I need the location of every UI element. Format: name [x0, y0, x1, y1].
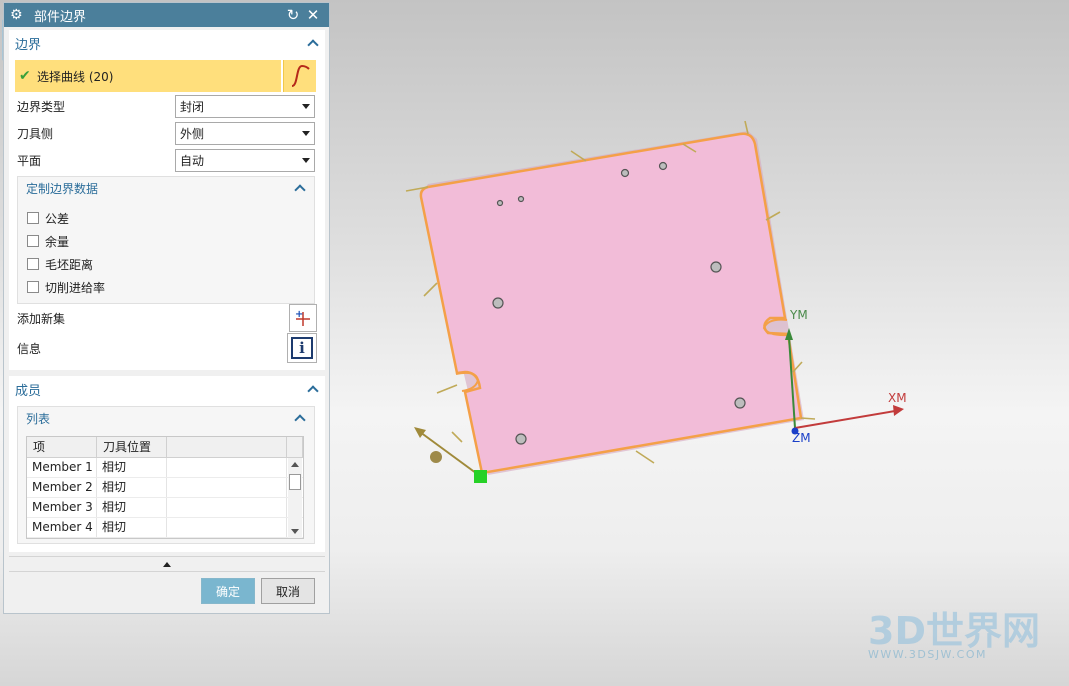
xm-axis-label: XM — [888, 391, 907, 405]
add-new-set-button[interactable]: + — [289, 304, 317, 332]
member-position-cell: 相切 — [97, 498, 167, 517]
dialog-titlebar: ⚙ 部件边界 ↻ ✕ — [4, 3, 329, 27]
member-empty-cell — [167, 478, 287, 497]
member-empty-cell — [167, 458, 287, 477]
part-boundary-dialog: ⚙ 部件边界 ↻ ✕ 边界 ✔ 选择曲线 (20) 边界类型 封闭 刀具侧 外侧 — [3, 2, 330, 614]
blank-distance-option[interactable]: 毛坯距离 — [27, 255, 93, 273]
stock-option[interactable]: 余量 — [27, 232, 69, 250]
chevron-up-icon[interactable] — [307, 384, 319, 394]
chevron-up-icon[interactable] — [294, 413, 306, 423]
cut-feedrate-checkbox[interactable] — [27, 281, 39, 293]
list-header[interactable]: 列表 — [18, 407, 314, 429]
boundary-group-title: 边界 — [15, 37, 42, 53]
stock-label: 余量 — [45, 234, 70, 249]
boundary-type-value: 封闭 — [180, 99, 205, 114]
scroll-down-icon[interactable] — [291, 529, 299, 534]
tolerance-option[interactable]: 公差 — [27, 209, 69, 227]
member-item-cell: Member 3 — [27, 498, 97, 517]
dropdown-arrow-icon — [302, 103, 310, 109]
tolerance-label: 公差 — [45, 211, 70, 226]
curve-icon — [291, 64, 310, 87]
ym-axis-label: YM — [790, 308, 808, 322]
add-set-icon: + — [295, 309, 310, 326]
boundary-type-dropdown[interactable]: 封闭 — [175, 94, 315, 118]
custom-boundary-data-header[interactable]: 定制边界数据 — [18, 177, 314, 199]
watermark-url: WWW.3DSJW.COM — [868, 648, 987, 661]
scroll-thumb[interactable] — [289, 474, 301, 490]
tool-side-value: 外侧 — [180, 126, 205, 141]
plane-value: 自动 — [180, 153, 205, 168]
reset-icon[interactable]: ↻ — [283, 6, 303, 24]
expand-arrow-icon[interactable] — [163, 562, 171, 567]
member-position-cell: 相切 — [97, 518, 167, 537]
members-group-header[interactable]: 成员 — [9, 376, 325, 402]
checkmark-icon: ✔ — [19, 68, 31, 84]
info-label: 信息 — [17, 341, 42, 356]
more-options-bar[interactable] — [9, 556, 325, 572]
members-table: 项 刀具位置 Member 1 相切 Member 2 相切 Member 3 … — [26, 436, 304, 539]
list-title: 列表 — [26, 411, 51, 426]
add-new-set-row: 添加新集 + — [17, 303, 317, 333]
chevron-up-icon[interactable] — [307, 38, 319, 48]
scroll-up-icon[interactable] — [291, 462, 299, 467]
close-icon[interactable]: ✕ — [303, 6, 323, 24]
cancel-button[interactable]: 取消 — [261, 578, 315, 604]
select-curve-label: 选择曲线 (20) — [37, 69, 114, 84]
boundary-group-header[interactable]: 边界 — [9, 30, 325, 56]
add-new-set-label: 添加新集 — [17, 311, 66, 326]
cut-feedrate-option[interactable]: 切削进给率 — [27, 278, 105, 296]
blank-distance-label: 毛坯距离 — [45, 257, 94, 272]
table-scrollbar[interactable] — [288, 458, 302, 538]
blank-distance-checkbox[interactable] — [27, 258, 39, 270]
watermark-brand: 3D世界网 — [868, 609, 1040, 653]
tool-side-dropdown[interactable]: 外侧 — [175, 121, 315, 145]
svg-text:+: + — [295, 309, 303, 320]
boundary-type-label: 边界类型 — [17, 99, 66, 114]
info-button[interactable]: i — [287, 333, 317, 363]
column-header-item[interactable]: 项 — [27, 437, 97, 457]
tool-side-label: 刀具侧 — [17, 126, 54, 141]
table-header: 项 刀具位置 — [27, 437, 303, 458]
zm-axis-label: ZM — [792, 431, 811, 445]
cut-feedrate-label: 切削进给率 — [45, 280, 106, 295]
curve-select-button[interactable] — [283, 60, 316, 92]
dialog-title: 部件边界 — [34, 9, 87, 25]
custom-boundary-data-title: 定制边界数据 — [26, 181, 99, 196]
members-group-title: 成员 — [15, 383, 42, 399]
ok-button[interactable]: 确定 — [201, 578, 255, 604]
info-row: 信息 i — [17, 333, 317, 363]
table-row[interactable]: Member 1 相切 — [27, 458, 303, 478]
plane-row: 平面 自动 — [17, 148, 315, 172]
column-header-tool-position[interactable]: 刀具位置 — [97, 437, 167, 457]
stock-checkbox[interactable] — [27, 235, 39, 247]
member-item-cell: Member 2 — [27, 478, 97, 497]
member-position-cell: 相切 — [97, 458, 167, 477]
chevron-up-icon[interactable] — [294, 183, 306, 193]
boundary-type-row: 边界类型 封闭 — [17, 94, 315, 118]
dropdown-arrow-icon — [302, 130, 310, 136]
member-empty-cell — [167, 498, 287, 517]
column-header-filler — [287, 437, 303, 457]
member-item-cell: Member 4 — [27, 518, 97, 537]
column-header-empty — [167, 437, 287, 457]
member-empty-cell — [167, 518, 287, 537]
info-icon: i — [291, 337, 313, 359]
table-row[interactable]: Member 2 相切 — [27, 478, 303, 498]
tolerance-checkbox[interactable] — [27, 212, 39, 224]
table-row[interactable]: Member 3 相切 — [27, 498, 303, 518]
plane-dropdown[interactable]: 自动 — [175, 148, 315, 172]
gear-icon[interactable]: ⚙ — [10, 7, 28, 23]
plane-label: 平面 — [17, 153, 42, 168]
dropdown-arrow-icon — [302, 157, 310, 163]
member-item-cell: Member 1 — [27, 458, 97, 477]
tool-side-row: 刀具侧 外侧 — [17, 121, 315, 145]
custom-boundary-data-group: 定制边界数据 公差 余量 毛坯距离 切削进给率 — [17, 176, 315, 304]
part-face — [419, 132, 803, 475]
member-position-cell: 相切 — [97, 478, 167, 497]
select-curve-row[interactable]: ✔ 选择曲线 (20) — [15, 60, 281, 92]
table-row[interactable]: Member 4 相切 — [27, 518, 303, 538]
